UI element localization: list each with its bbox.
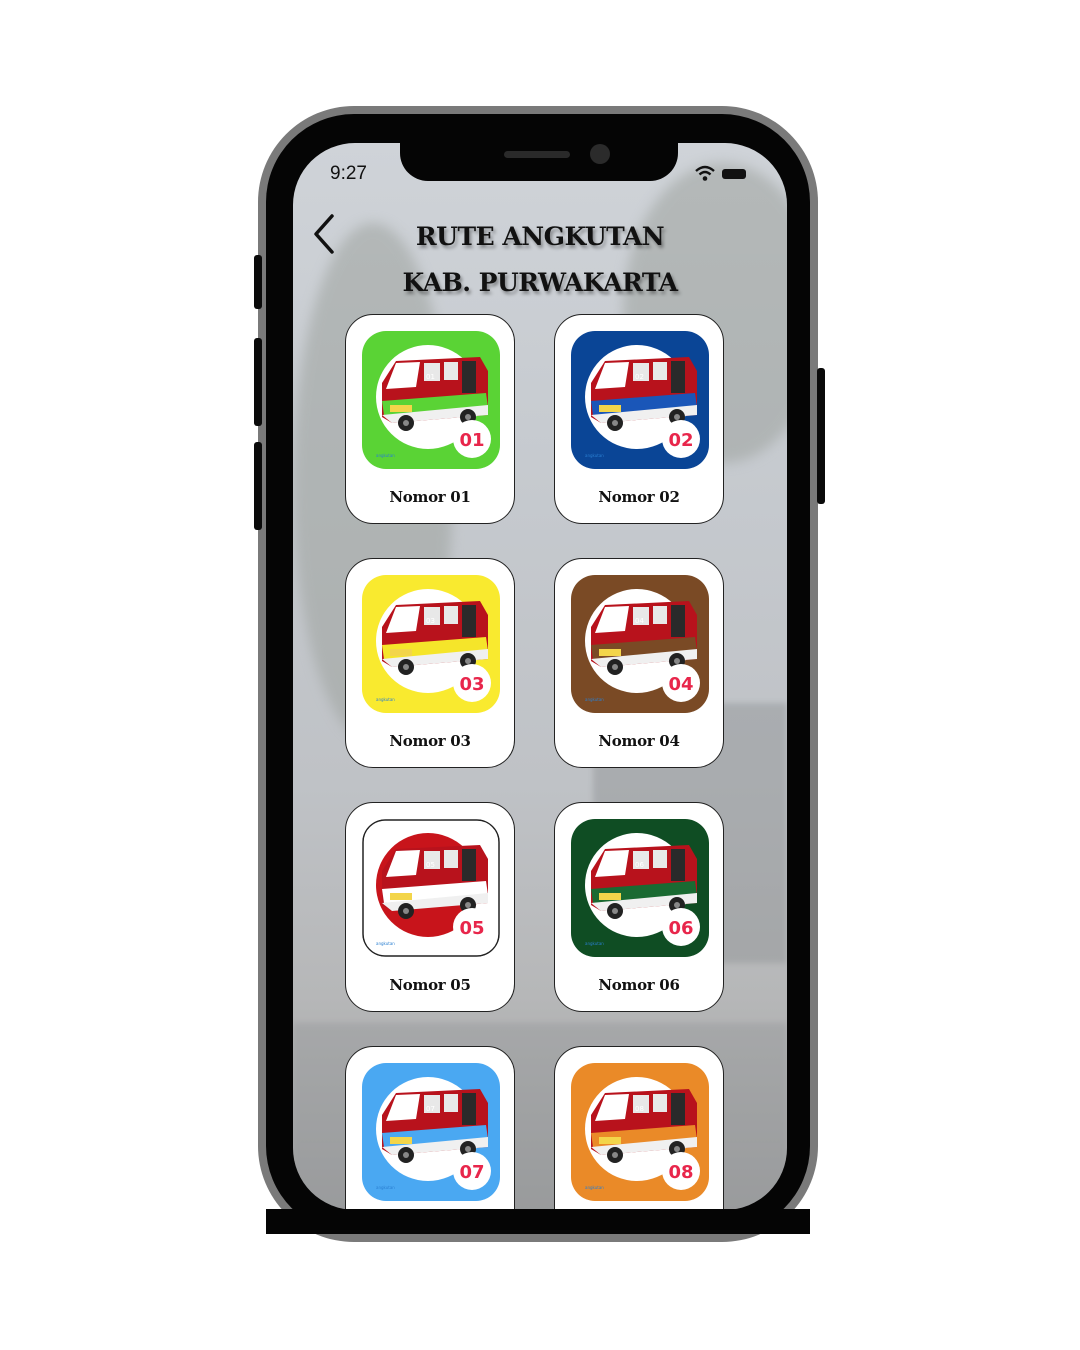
svg-text:07: 07 <box>426 1105 435 1113</box>
route-card-07[interactable]: 07 07 angkutan Nomor 07 <box>345 1046 515 1209</box>
svg-text:05: 05 <box>426 861 435 869</box>
screen-bottom-bezel <box>266 1209 810 1234</box>
route-icon: 01 01 angkutan <box>362 331 500 469</box>
route-label: Nomor 06 <box>598 976 680 994</box>
route-icon: 03 03 angkutan <box>362 575 500 713</box>
minibus-icon: 07 07 angkutan <box>362 1063 500 1201</box>
route-icon: 07 07 angkutan <box>362 1063 500 1201</box>
svg-text:angkutan: angkutan <box>585 453 604 458</box>
svg-text:06: 06 <box>635 861 644 869</box>
svg-text:angkutan: angkutan <box>585 941 604 946</box>
route-card-01[interactable]: 01 01 angkutan Nomor 01 <box>345 314 515 524</box>
route-card-04[interactable]: 04 04 angkutan Nomor 04 <box>554 558 724 768</box>
route-card-06[interactable]: 06 06 angkutan Nomor 06 <box>554 802 724 1012</box>
svg-text:02: 02 <box>668 430 693 451</box>
svg-text:01: 01 <box>426 373 435 381</box>
svg-text:angkutan: angkutan <box>585 1185 604 1190</box>
route-label: Nomor 05 <box>389 976 471 994</box>
svg-text:02: 02 <box>635 373 644 381</box>
route-card-08[interactable]: 08 08 angkutan Nomor 08 <box>554 1046 724 1209</box>
route-label: Nomor 02 <box>598 488 680 506</box>
route-icon: 08 08 angkutan <box>571 1063 709 1201</box>
svg-text:angkutan: angkutan <box>376 697 395 702</box>
minibus-icon: 02 02 angkutan <box>571 331 709 469</box>
route-label: Nomor 03 <box>389 732 471 750</box>
minibus-icon: 06 06 angkutan <box>571 819 709 957</box>
svg-text:03: 03 <box>426 617 435 625</box>
svg-text:angkutan: angkutan <box>376 941 395 946</box>
minibus-icon: 08 08 angkutan <box>571 1063 709 1201</box>
minibus-icon: 01 01 angkutan <box>362 331 500 469</box>
route-card-05[interactable]: 05 05 angkutan Nomor 05 <box>345 802 515 1012</box>
route-icon: 05 05 angkutan <box>362 819 500 957</box>
svg-text:angkutan: angkutan <box>376 453 395 458</box>
svg-text:04: 04 <box>635 617 644 625</box>
svg-text:06: 06 <box>668 918 693 939</box>
route-label: Nomor 04 <box>598 732 680 750</box>
svg-text:05: 05 <box>459 918 484 939</box>
route-icon: 06 06 angkutan <box>571 819 709 957</box>
svg-text:08: 08 <box>635 1105 644 1113</box>
route-icon: 04 04 angkutan <box>571 575 709 713</box>
svg-text:03: 03 <box>459 674 484 695</box>
svg-text:04: 04 <box>668 674 693 695</box>
route-list-viewport[interactable]: 01 01 angkutan Nomor 01 02 02 angkutan N… <box>0 0 1080 1209</box>
route-icon: 02 02 angkutan <box>571 331 709 469</box>
minibus-icon: 04 04 angkutan <box>571 575 709 713</box>
route-label: Nomor 01 <box>389 488 471 506</box>
svg-text:angkutan: angkutan <box>376 1185 395 1190</box>
svg-text:angkutan: angkutan <box>585 697 604 702</box>
minibus-icon: 05 05 angkutan <box>362 819 500 957</box>
svg-text:08: 08 <box>668 1162 693 1183</box>
route-card-02[interactable]: 02 02 angkutan Nomor 02 <box>554 314 724 524</box>
svg-text:07: 07 <box>459 1162 484 1183</box>
minibus-icon: 03 03 angkutan <box>362 575 500 713</box>
svg-text:01: 01 <box>459 430 484 451</box>
route-card-03[interactable]: 03 03 angkutan Nomor 03 <box>345 558 515 768</box>
